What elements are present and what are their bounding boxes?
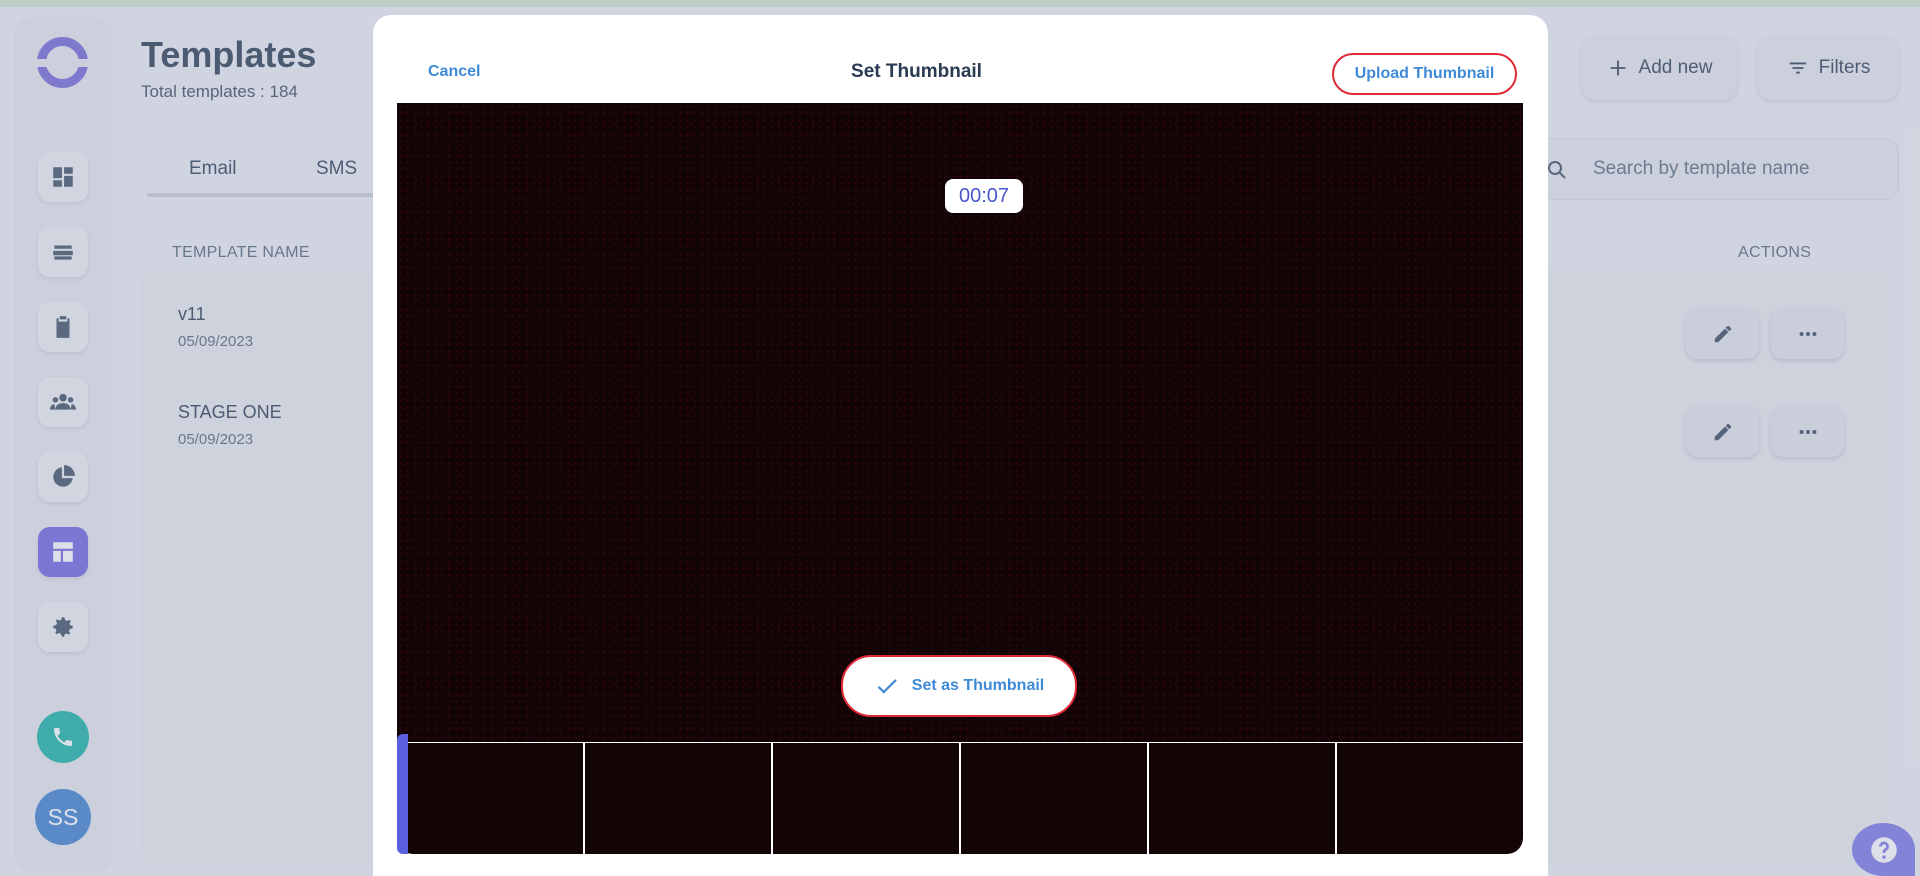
filmstrip-frame[interactable] — [1337, 743, 1523, 854]
set-as-thumbnail-label: Set as Thumbnail — [911, 677, 1045, 694]
modal-title: Set Thumbnail — [851, 61, 982, 82]
filmstrip-frame[interactable] — [961, 743, 1147, 854]
frame-filmstrip[interactable] — [397, 742, 1523, 854]
scrubber-handle[interactable] — [397, 734, 408, 854]
filmstrip-frame[interactable] — [773, 743, 959, 854]
upload-thumbnail-button[interactable]: Upload Thumbnail — [1332, 53, 1517, 95]
set-as-thumbnail-button[interactable]: Set as Thumbnail — [841, 655, 1077, 717]
filmstrip-frame[interactable] — [585, 743, 771, 854]
video-preview[interactable]: 00:07 Set as Thumbnail — [397, 103, 1523, 742]
filmstrip-frame[interactable] — [397, 743, 583, 854]
set-thumbnail-modal: Cancel Set Thumbnail Upload Thumbnail 00… — [373, 15, 1548, 876]
timecode: 00:07 — [945, 179, 1023, 213]
check-icon — [877, 679, 897, 694]
filmstrip-frame[interactable] — [1149, 743, 1335, 854]
